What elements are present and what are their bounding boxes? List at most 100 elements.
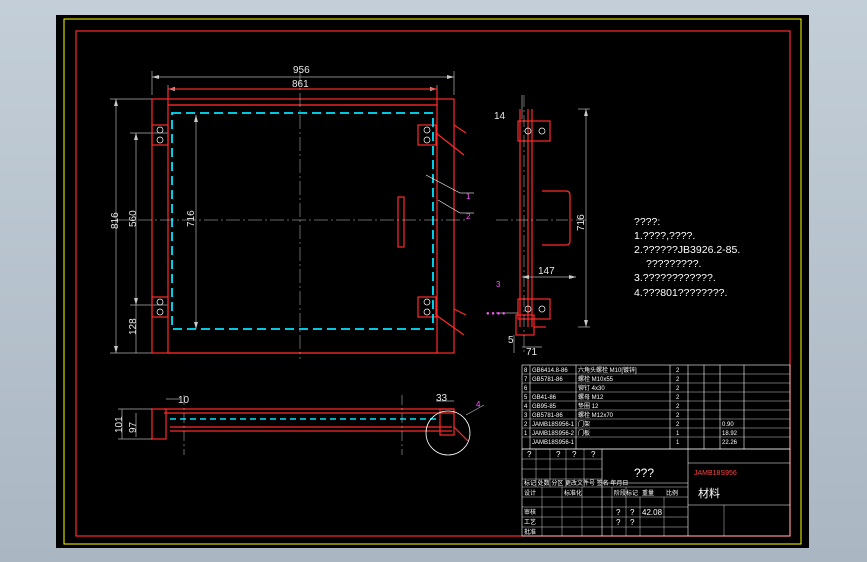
- svg-text:3: 3: [524, 413, 528, 419]
- side-view: ● ● ● ●: [486, 95, 590, 355]
- tb-mass: 42.08: [642, 508, 663, 517]
- svg-text:六角头螺栓 M10[镀锌]: 六角头螺栓 M10[镀锌]: [578, 366, 637, 374]
- dim-128: 128: [128, 318, 139, 335]
- notes-line-5: 4.???801????????.: [634, 287, 727, 299]
- svg-text:GB6414.8-86: GB6414.8-86: [532, 368, 568, 374]
- dim-33: 33: [436, 393, 448, 404]
- svg-text:JAMB18S956-1: JAMB18S956-1: [532, 440, 575, 446]
- svg-text:门架: 门架: [578, 420, 590, 428]
- svg-text:7: 7: [524, 377, 528, 383]
- dim-97: 97: [128, 421, 139, 433]
- tb-review: 审核: [524, 508, 536, 516]
- svg-text:0.90: 0.90: [722, 422, 734, 428]
- tb-process: 工艺: [524, 518, 536, 526]
- tb-approve: 批准: [524, 528, 536, 536]
- svg-text:18.92: 18.92: [722, 431, 738, 437]
- dim-560: 560: [128, 210, 139, 227]
- svg-text:螺母 M12: 螺母 M12: [578, 393, 604, 401]
- dim-716: 716: [186, 210, 197, 227]
- dim-10: 10: [178, 395, 190, 406]
- bom-row: 1 JAMB18S956-2 门板 1 18.92: [524, 429, 738, 437]
- svg-text:2: 2: [676, 377, 680, 383]
- section-view: [118, 395, 485, 456]
- svg-text:22.26: 22.26: [722, 440, 738, 446]
- bom-row: 5 GB41-86 螺母 M12 2: [524, 393, 680, 401]
- tb-q1: ?: [616, 508, 621, 517]
- bom-row: 3 GB5781-86 螺栓 M12x70 2: [524, 411, 680, 419]
- tb-q4: ?: [630, 518, 635, 527]
- svg-text:铆钉 4x30: 铆钉 4x30: [578, 384, 605, 392]
- svg-text:1: 1: [676, 440, 680, 446]
- tb-qmark-4: ?: [591, 450, 596, 459]
- notes-line-2: 2.??????JB3926.2-85.: [634, 244, 740, 256]
- svg-text:1: 1: [524, 431, 528, 437]
- svg-text:2: 2: [524, 422, 528, 428]
- callout-4: 4: [476, 400, 481, 409]
- tb-scale-label: 比例: [666, 489, 678, 497]
- svg-text:2: 2: [676, 386, 680, 392]
- bom-row: 8 GB6414.8-86 六角头螺栓 M10[镀锌] 2: [524, 366, 680, 374]
- svg-text:GB5781-86: GB5781-86: [532, 377, 563, 383]
- svg-text:2: 2: [676, 422, 680, 428]
- drawing-name: ???: [634, 466, 654, 480]
- dim-71: 71: [526, 347, 538, 358]
- bom-row: 4 GB95-85 垫圈 12 2: [524, 402, 680, 410]
- bom-row: 6 铆钉 4x30 2: [524, 384, 680, 392]
- bom-row: 7 GB5781-86 螺栓 M10x55 2: [524, 375, 680, 383]
- callout-3: 3: [496, 280, 501, 289]
- callout-2: 2: [466, 212, 471, 221]
- notes-line-1: 1.????,????.: [634, 230, 695, 242]
- svg-text:5: 5: [524, 395, 528, 401]
- dim-5: 5: [508, 335, 514, 346]
- drawing-canvas: 956 861 816 560 716 128 1 2 ● ● ● ● 14 7…: [63, 18, 802, 545]
- detail-circle: [425, 410, 471, 456]
- bom-row: 2 JAMB18S956-1 门架 2 0.90: [524, 420, 734, 428]
- svg-text:8: 8: [524, 368, 528, 374]
- bom-row: JAMB18S956-1 1 22.26: [532, 440, 738, 446]
- tb-design: 设计: [524, 489, 536, 497]
- dim-716-side: 716: [576, 214, 587, 231]
- svg-text:JAMB18S956-1: JAMB18S956-1: [532, 422, 575, 428]
- svg-text:垫圈 12: 垫圈 12: [578, 402, 599, 410]
- svg-text:门板: 门板: [578, 429, 590, 437]
- dim-861: 861: [292, 79, 309, 90]
- tb-mass-label: 重量: [642, 489, 654, 497]
- svg-text:6: 6: [524, 386, 528, 392]
- svg-text:2: 2: [676, 404, 680, 410]
- dim-816: 816: [110, 212, 121, 229]
- dim-14: 14: [494, 111, 506, 122]
- svg-text:螺栓 M10x55: 螺栓 M10x55: [578, 375, 614, 383]
- svg-text:螺栓 M12x70: 螺栓 M12x70: [578, 411, 614, 419]
- notes-line-3: ?????????.: [646, 258, 701, 270]
- tb-q3: ?: [616, 518, 621, 527]
- svg-text:2: 2: [676, 395, 680, 401]
- dim-956: 956: [293, 65, 310, 76]
- svg-text:2: 2: [676, 413, 680, 419]
- tb-qmark-3: ?: [572, 450, 577, 459]
- dim-147: 147: [538, 266, 555, 277]
- tb-qmark-2: ?: [556, 450, 561, 459]
- notes-title: ????:: [634, 216, 660, 228]
- callout-1: 1: [466, 192, 471, 201]
- svg-text:JAMB18S956-2: JAMB18S956-2: [532, 431, 575, 437]
- side-callout-dots: ● ● ● ●: [486, 311, 506, 317]
- cad-viewport-background: 956 861 816 560 716 128 1 2 ● ● ● ● 14 7…: [0, 0, 867, 562]
- svg-text:4: 4: [524, 404, 528, 410]
- notes-line-4: 3.????????????.: [634, 272, 716, 284]
- tb-stage: 阶段标记: [614, 489, 638, 497]
- tb-header-labels: 标记 处数 分区 更改文件号 签名 年月日: [524, 479, 628, 487]
- bom-table: 8 GB6414.8-86 六角头螺栓 M10[镀锌] 2 7 GB5781-8…: [524, 366, 738, 446]
- hidden-panel-outline: [171, 112, 434, 330]
- technical-notes: ????: 1.????,????. 2.??????JB3926.2-85. …: [634, 216, 740, 299]
- front-view: [110, 71, 474, 359]
- svg-text:GB41-86: GB41-86: [532, 395, 557, 401]
- svg-text:2: 2: [676, 368, 680, 374]
- tb-q2: ?: [630, 508, 635, 517]
- drawing-sheet: 956 861 816 560 716 128 1 2 ● ● ● ● 14 7…: [56, 15, 809, 548]
- tb-standard: 标准化: [564, 489, 582, 497]
- tb-qmark-1: ?: [527, 450, 532, 459]
- drawing-code: JAMB18S956: [694, 470, 737, 477]
- svg-text:GB95-85: GB95-85: [532, 404, 557, 410]
- svg-text:1: 1: [676, 431, 680, 437]
- tb-material: 材料: [698, 486, 720, 500]
